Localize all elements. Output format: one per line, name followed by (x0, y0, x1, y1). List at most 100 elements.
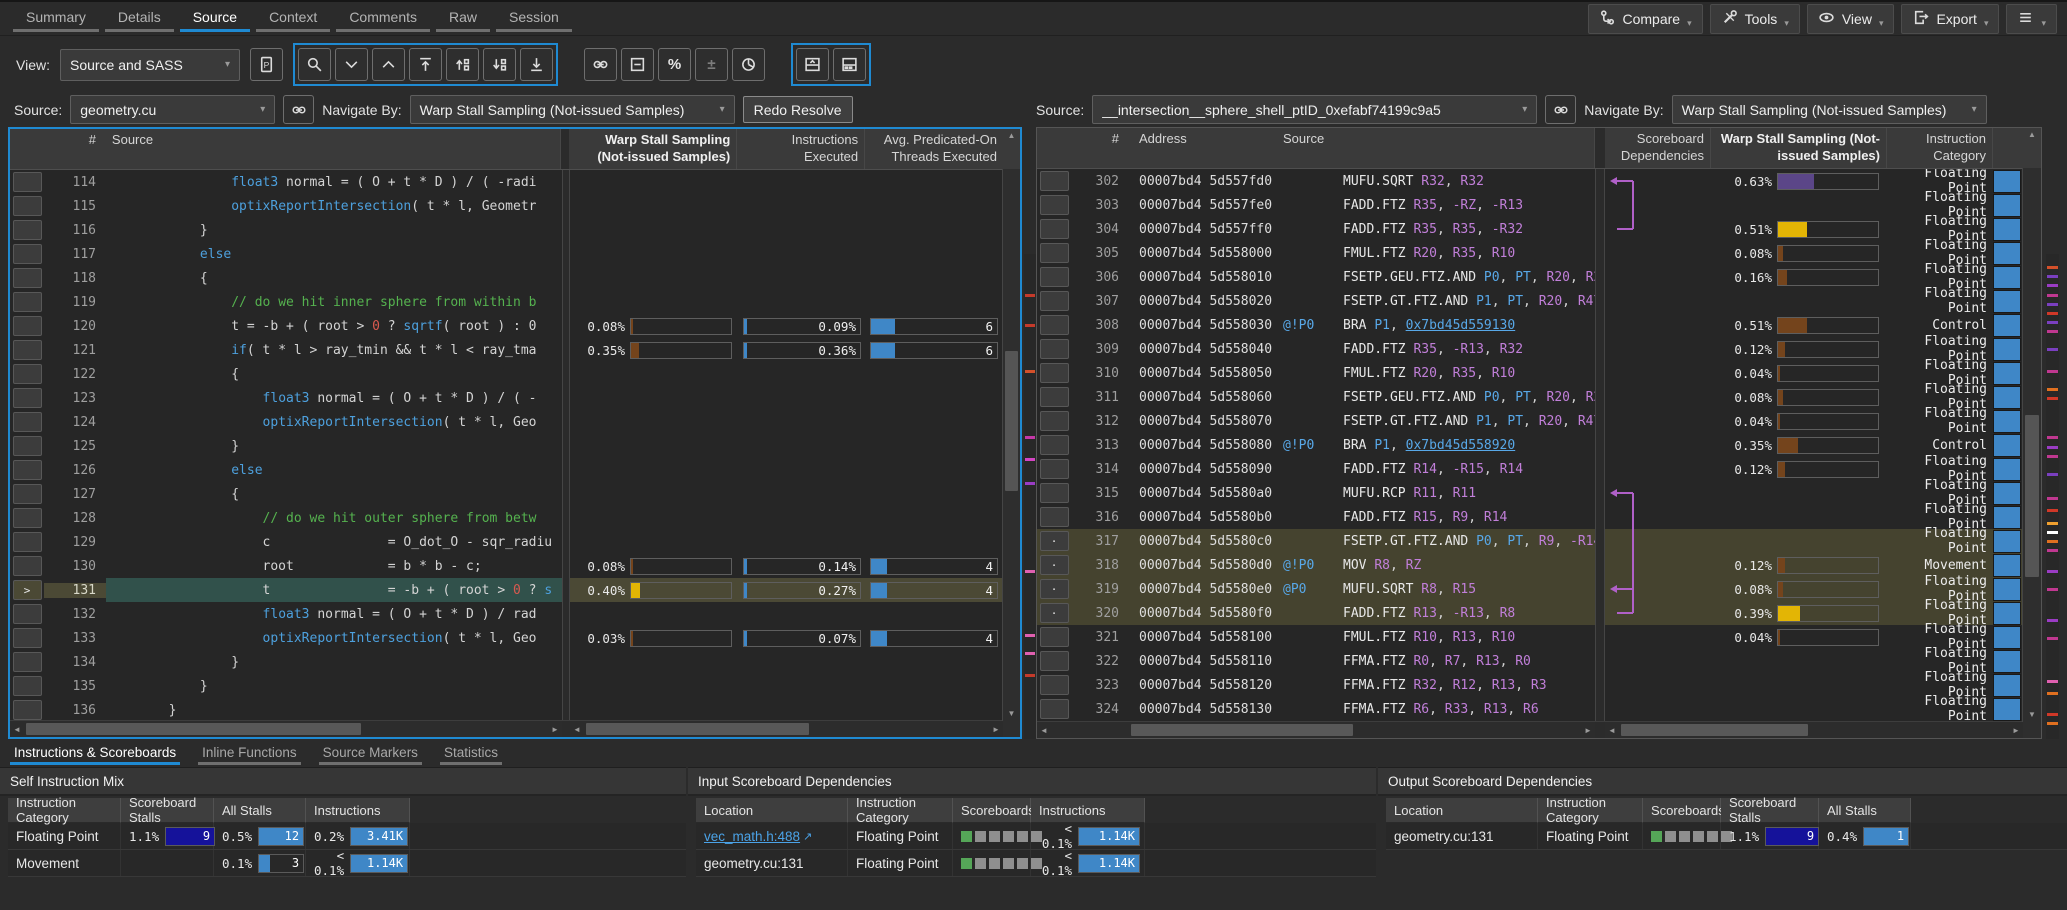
source-code-cell[interactable]: // do we hit outer sphere from betw (106, 506, 562, 530)
compare-button[interactable]: Compare▾ (1588, 4, 1703, 34)
sass-instruction-cell[interactable]: FADD.FTZ R35, -R13, R32 (1333, 337, 1595, 361)
sass-source-column-header[interactable]: Source (1277, 128, 1595, 168)
column-splitter[interactable] (562, 434, 570, 458)
column-splitter[interactable] (1595, 577, 1605, 601)
redo-resolve-button[interactable]: Redo Resolve (743, 96, 853, 123)
scroll-left-icon[interactable]: ◄ (1605, 722, 1619, 738)
line-marker-box[interactable] (1040, 459, 1069, 479)
tab-source[interactable]: Source (177, 2, 253, 35)
source-code-cell[interactable]: else (106, 242, 562, 266)
line-marker-box[interactable] (13, 508, 42, 528)
scrollbar-thumb[interactable] (26, 723, 361, 735)
line-marker-cell[interactable] (1037, 313, 1071, 337)
column-header[interactable]: Instruction Category (1538, 798, 1643, 823)
panel-up-icon[interactable] (796, 48, 829, 81)
column-header[interactable]: Location (696, 798, 848, 823)
column-splitter[interactable] (1595, 457, 1605, 481)
source-line-row[interactable]: 119 // do we hit inner sphere from withi… (10, 290, 1020, 314)
column-splitter[interactable] (1595, 601, 1605, 625)
line-marker-cell[interactable] (10, 554, 44, 578)
column-splitter[interactable] (562, 602, 570, 626)
warp-stall-column-header[interactable]: Warp Stall Sampling (Not-issued Samples) (1711, 128, 1887, 168)
source-line-row[interactable]: 118 { (10, 266, 1020, 290)
line-marker-cell[interactable] (1037, 649, 1071, 673)
sass-instruction-cell[interactable]: FFMA.FTZ R32, R12, R13, R3 (1333, 673, 1595, 697)
left-source-dropdown[interactable]: geometry.cu ▾ (70, 95, 275, 124)
scroll-right-icon[interactable]: ► (548, 721, 562, 737)
line-marker-cell[interactable] (10, 290, 44, 314)
line-marker-box[interactable] (13, 172, 42, 192)
line-marker-cell[interactable] (10, 242, 44, 266)
column-splitter[interactable] (1595, 193, 1605, 217)
line-marker-cell[interactable] (10, 434, 44, 458)
column-splitter[interactable] (561, 129, 569, 169)
source-code-cell[interactable]: float3 normal = ( O + t * D ) / ( - (106, 386, 562, 410)
column-header[interactable]: Scoreboard Stalls (121, 798, 214, 823)
line-marker-cell[interactable] (1037, 361, 1071, 385)
line-marker-cell[interactable] (10, 386, 44, 410)
column-splitter[interactable] (1595, 385, 1605, 409)
sass-instruction-cell[interactable]: MUFU.SQRT R32, R32 (1333, 169, 1595, 193)
column-splitter[interactable] (1595, 289, 1605, 313)
source-code-cell[interactable]: root = b * b - c; (106, 554, 562, 578)
sass-instruction-row[interactable]: 30700007bd4 5d558020FSETP.GT.FTZ.AND P1,… (1037, 289, 2041, 313)
line-marker-cell[interactable] (10, 482, 44, 506)
line-marker-cell[interactable] (10, 410, 44, 434)
right-navigate-by-dropdown[interactable]: Warp Stall Sampling (Not-issued Samples)… (1672, 95, 1987, 124)
column-splitter[interactable] (1595, 433, 1605, 457)
column-splitter[interactable] (562, 626, 570, 650)
line-marker-cell[interactable] (10, 650, 44, 674)
line-marker-cell[interactable] (1037, 265, 1071, 289)
column-splitter[interactable] (1595, 673, 1605, 697)
scrollbar-thumb[interactable] (2025, 415, 2039, 576)
column-header[interactable]: Instructions (1031, 798, 1145, 823)
column-splitter[interactable] (1595, 625, 1605, 649)
location-link[interactable]: vec_math.h:488 (704, 829, 800, 844)
line-marker-box[interactable] (13, 244, 42, 264)
source-code-cell[interactable]: float3 normal = ( O + t * D ) / ( -radi (106, 170, 562, 194)
scroll-left-icon[interactable]: ◄ (1037, 722, 1051, 738)
column-splitter[interactable] (562, 530, 570, 554)
tools-button[interactable]: Tools▾ (1710, 4, 1800, 34)
bottom-tab-instructions-scoreboards[interactable]: Instructions & Scoreboards (10, 742, 180, 765)
line-marker-cell[interactable] (10, 362, 44, 386)
line-marker-box[interactable] (13, 676, 42, 696)
line-marker-cell[interactable]: > (10, 578, 44, 602)
scrollbar-thumb[interactable] (586, 723, 809, 735)
scroll-right-icon[interactable]: ► (2009, 722, 2023, 738)
sass-instruction-cell[interactable]: FMUL.FTZ R10, R13, R10 (1333, 625, 1595, 649)
tab-raw[interactable]: Raw (433, 2, 493, 35)
line-marker-cell[interactable] (1037, 169, 1071, 193)
column-splitter[interactable] (562, 674, 570, 698)
line-marker-cell[interactable] (10, 170, 44, 194)
line-marker-box[interactable] (1040, 267, 1069, 287)
line-marker-box[interactable] (1040, 483, 1069, 503)
line-marker-box[interactable] (13, 484, 42, 504)
column-splitter[interactable] (562, 338, 570, 362)
line-marker-cell[interactable] (1037, 481, 1071, 505)
column-header[interactable]: Instruction Category (8, 798, 121, 823)
column-header[interactable]: Location (1386, 798, 1538, 823)
table-row[interactable]: Floating Point1.1%90.5%120.2%3.41K (8, 823, 686, 850)
source-code-cell[interactable]: // do we hit inner sphere from within b (106, 290, 562, 314)
source-line-row[interactable]: 114 float3 normal = ( O + t * D ) / ( -r… (10, 170, 1020, 194)
column-splitter[interactable] (1595, 128, 1605, 168)
line-marker-box[interactable] (1040, 339, 1069, 359)
line-marker-box[interactable] (1040, 411, 1069, 431)
line-marker-box[interactable] (13, 460, 42, 480)
source-line-row[interactable]: 128 // do we hit outer sphere from betw (10, 506, 1020, 530)
line-marker-cell[interactable] (10, 194, 44, 218)
column-splitter[interactable] (1595, 649, 1605, 673)
column-splitter[interactable] (1595, 361, 1605, 385)
line-marker-cell[interactable] (1037, 409, 1071, 433)
line-marker-cell[interactable]: · (1037, 529, 1071, 553)
source-code-cell[interactable]: if( t * l > ray_tmin && t * l < ray_tma (106, 338, 562, 362)
sass-instruction-cell[interactable]: FSETP.GEU.FTZ.AND P0, PT, R20, R22, (1333, 385, 1595, 409)
line-marker-cell[interactable] (10, 602, 44, 626)
link-icon[interactable] (584, 48, 617, 81)
column-splitter[interactable] (1595, 409, 1605, 433)
panel-split-icon[interactable] (833, 48, 866, 81)
column-splitter[interactable] (1595, 697, 1605, 721)
source-line-row[interactable]: 134 } (10, 650, 1020, 674)
column-splitter[interactable] (562, 290, 570, 314)
